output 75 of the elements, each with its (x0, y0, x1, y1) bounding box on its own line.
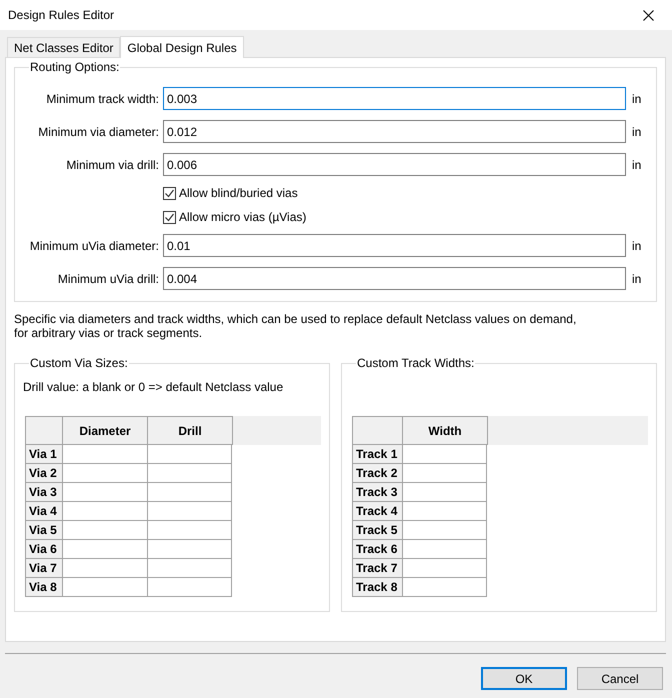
field-label: Minimum track width: (45, 92, 159, 106)
row-header: Via 5 (25, 521, 62, 540)
table-cell[interactable] (62, 464, 147, 483)
tab[interactable]: Global Design Rules (120, 36, 244, 58)
row-header: Track 6 (352, 540, 402, 559)
column-header: Width (402, 416, 487, 445)
input-field[interactable]: 0.006 (163, 153, 626, 176)
table-cell[interactable] (402, 464, 487, 483)
group-title: Custom Track Widths: (356, 356, 476, 370)
table-cell[interactable] (62, 445, 147, 464)
table-cell[interactable] (402, 578, 487, 597)
row-header: Via 7 (25, 559, 62, 578)
description-text: Specific via diameters and track widths, which can be used to replace default Netclass values on demand, for arbitrary vias or track segments. (14, 312, 578, 340)
unit-label: in (631, 238, 642, 252)
field-label: Minimum uVia diameter: (28, 238, 159, 252)
close-icon (642, 10, 654, 20)
table-cell[interactable] (402, 559, 487, 578)
column-header: Diameter (62, 416, 147, 445)
unit-label: in (631, 158, 642, 172)
table-cell[interactable] (62, 578, 147, 597)
checkbox[interactable] (163, 186, 176, 200)
row-header: Track 4 (352, 502, 402, 521)
table-cell[interactable] (147, 559, 232, 578)
table-cell[interactable] (62, 540, 147, 559)
row-header: Track 1 (352, 445, 402, 464)
row-header: Via 8 (25, 578, 62, 597)
input-field[interactable]: 0.012 (163, 120, 626, 143)
input-field[interactable]: 0.004 (163, 267, 626, 290)
table-cell[interactable] (402, 483, 487, 502)
field-label: Minimum via diameter: (37, 124, 159, 138)
table-cell[interactable] (147, 483, 232, 502)
checkbox[interactable] (163, 210, 176, 224)
corner-cell (352, 416, 402, 445)
table-cell[interactable] (402, 521, 487, 540)
row-header: Track 8 (352, 578, 402, 597)
window-title: Design Rules Editor (8, 8, 114, 22)
row-header: Via 6 (25, 540, 62, 559)
table-cell[interactable] (402, 502, 487, 521)
table-cell[interactable] (147, 464, 232, 483)
group-title: Routing Options: (29, 60, 120, 74)
table-cell[interactable] (62, 483, 147, 502)
input-field[interactable]: 0.01 (163, 234, 626, 257)
cancel-button[interactable]: Cancel (577, 667, 663, 690)
table-cell[interactable] (147, 445, 232, 464)
table-cell[interactable] (62, 559, 147, 578)
row-header: Track 7 (352, 559, 402, 578)
row-header: Via 3 (25, 483, 62, 502)
note-text: Drill value: a blank or 0 => default Netclass value (23, 380, 284, 394)
row-header: Track 5 (352, 521, 402, 540)
checkbox-option[interactable]: Allow blind/buried vias (163, 181, 298, 205)
unit-label: in (631, 92, 642, 106)
corner-cell (25, 416, 62, 445)
table-cell[interactable] (147, 502, 232, 521)
ok-button[interactable]: OK (481, 667, 567, 690)
table-cell[interactable] (402, 445, 487, 464)
row-header: Track 2 (352, 464, 402, 483)
table-cell[interactable] (147, 578, 232, 597)
row-header: Track 3 (352, 483, 402, 502)
tab[interactable]: Net Classes Editor (7, 37, 120, 57)
group-title: Custom Via Sizes: (29, 356, 129, 370)
table-cell[interactable] (62, 502, 147, 521)
table-cell[interactable] (62, 521, 147, 540)
row-header: Via 2 (25, 464, 62, 483)
row-header: Via 4 (25, 502, 62, 521)
row-header: Via 1 (25, 445, 62, 464)
unit-label: in (631, 124, 642, 138)
field-label: Minimum via drill: (65, 158, 159, 172)
checkbox-option[interactable]: Allow micro vias (µVias) (163, 205, 306, 229)
input-field[interactable]: 0.003 (163, 87, 626, 110)
unit-label: in (631, 272, 642, 286)
table-cell[interactable] (147, 521, 232, 540)
column-header: Drill (147, 416, 232, 445)
field-label: Minimum uVia drill: (56, 272, 159, 286)
table-cell[interactable] (147, 540, 232, 559)
table-cell[interactable] (402, 540, 487, 559)
